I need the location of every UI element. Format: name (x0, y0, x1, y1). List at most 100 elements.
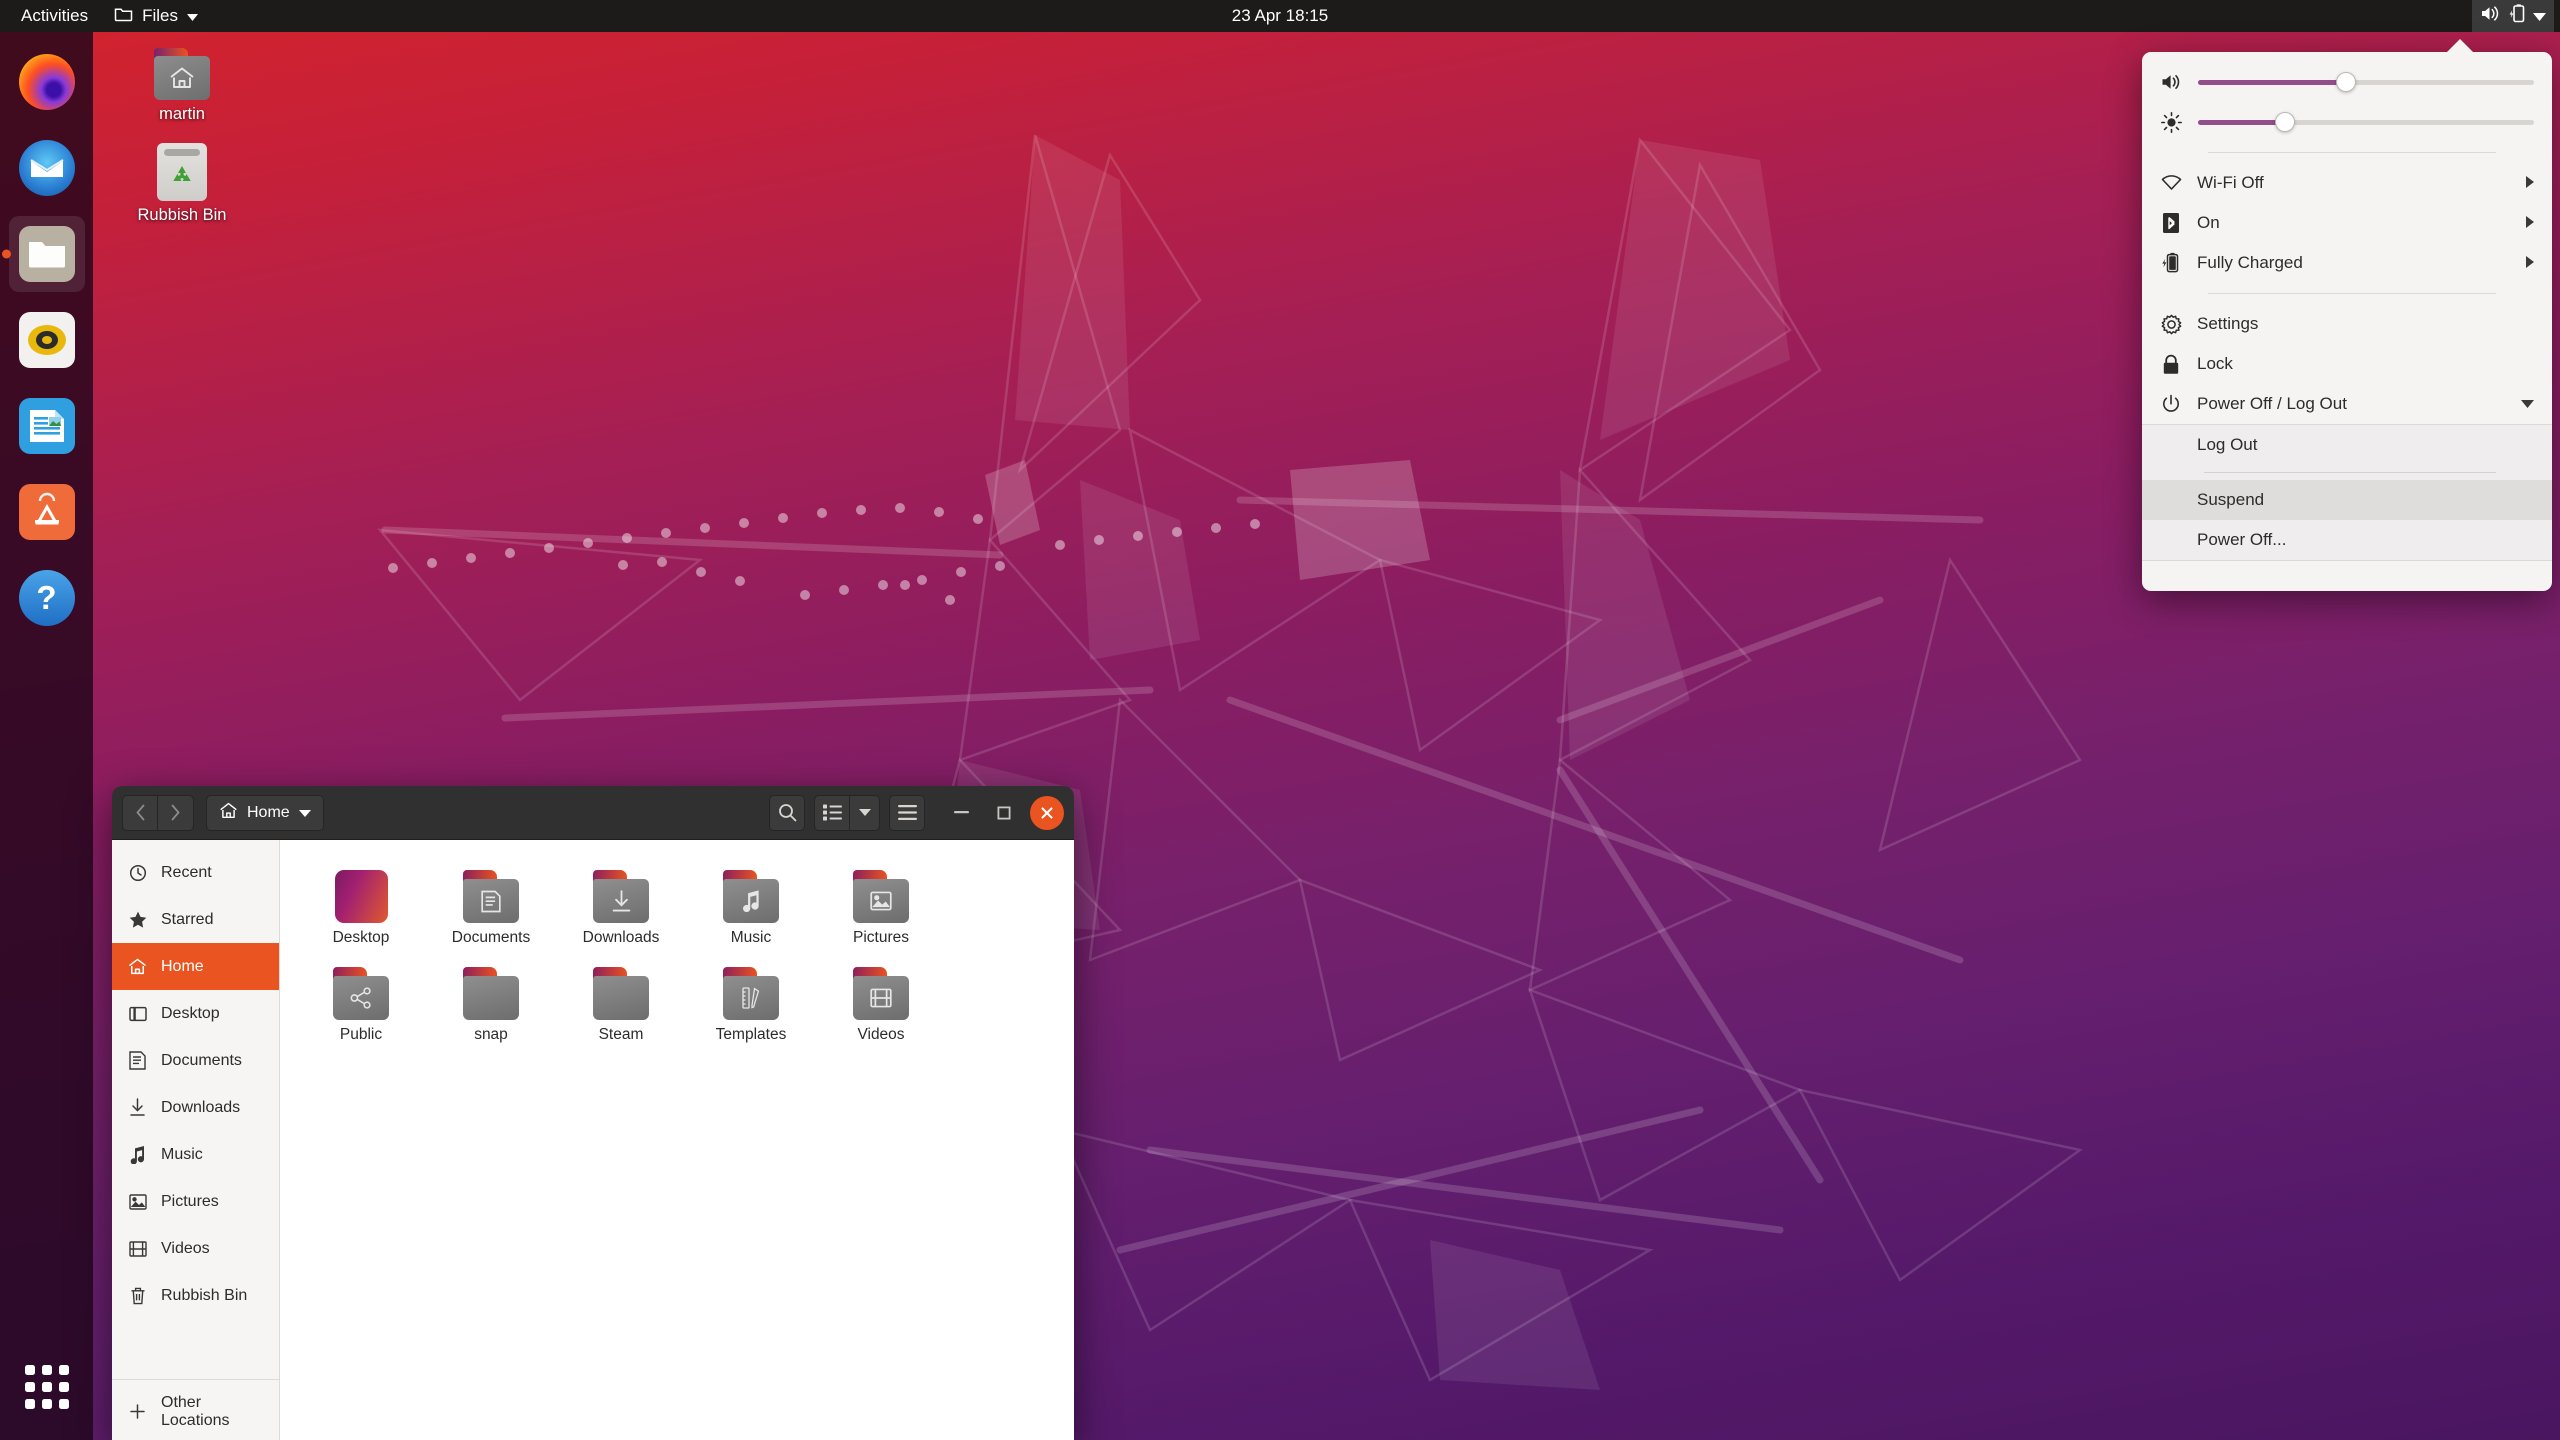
file-item[interactable]: Downloads (556, 862, 686, 959)
grid-dot (41, 1399, 52, 1409)
sidebar-item-downloads[interactable]: Downloads (112, 1084, 279, 1131)
top-bar: Activities Files 23 Apr 18:15 (0, 0, 2560, 32)
rhythmbox-icon (18, 312, 75, 368)
brightness-slider[interactable] (2198, 112, 2534, 132)
file-item[interactable]: snap (426, 959, 556, 1056)
image-icon (128, 1192, 147, 1211)
dock-item-libreoffice-impress[interactable] (9, 388, 85, 464)
sidebar-item-starred[interactable]: Starred (112, 896, 279, 943)
menu-item-battery[interactable]: Fully Charged (2142, 243, 2552, 283)
menu-item-wifi[interactable]: Wi-Fi Off (2142, 163, 2552, 203)
file-item[interactable]: Music (686, 862, 816, 959)
sidebar-item-videos[interactable]: Videos (112, 1225, 279, 1272)
app-menu-button[interactable]: Files (101, 0, 211, 32)
music-folder-icon (723, 870, 779, 923)
desktop-icon-home[interactable]: martin (117, 48, 247, 124)
menu-item-settings[interactable]: Settings (2142, 304, 2552, 344)
chevron-right-icon (2526, 175, 2534, 191)
gear-icon (2160, 313, 2182, 335)
brightness-slider-knob[interactable] (2275, 112, 2296, 132)
show-applications-button[interactable] (16, 1356, 78, 1418)
sidebar-item-documents[interactable]: Documents (112, 1037, 279, 1084)
file-item[interactable]: Templates (686, 959, 816, 1056)
path-bar-button[interactable]: Home (206, 794, 324, 831)
dock: ? (0, 32, 93, 1440)
sidebar-item-music[interactable]: Music (112, 1131, 279, 1178)
file-item[interactable]: Videos (816, 959, 946, 1056)
snap-folder-icon (463, 967, 519, 1020)
app-menu-label: Files (142, 6, 178, 25)
sidebar-item-rubbish-bin[interactable]: Rubbish Bin (112, 1272, 279, 1319)
grid-dot (24, 1365, 35, 1375)
volume-slider-knob[interactable] (2335, 72, 2356, 92)
file-item[interactable]: Pictures (816, 862, 946, 959)
sidebar-item-other-locations[interactable]: Other Locations (112, 1388, 279, 1435)
minimize-button[interactable] (944, 796, 978, 830)
pictures-folder-icon (853, 870, 909, 923)
sidebar-item-home[interactable]: Home (112, 943, 279, 990)
file-item-label: Videos (857, 1026, 905, 1043)
chevron-down-icon (298, 804, 311, 822)
battery-charging-icon (2509, 4, 2525, 28)
file-item[interactable]: Steam (556, 959, 686, 1056)
search-button[interactable] (769, 794, 805, 831)
menu-item-bluetooth[interactable]: On (2142, 203, 2552, 243)
volume-slider[interactable] (2198, 72, 2534, 92)
files-sidebar: Recent Starred Home Desktop Documents Do… (112, 840, 280, 1440)
grid-dot (41, 1382, 52, 1392)
desktop-icon-label: Rubbish Bin (137, 206, 227, 224)
sidebar-item-pictures[interactable]: Pictures (112, 1178, 279, 1225)
sidebar-item-recent[interactable]: Recent (112, 849, 279, 896)
firefox-icon (18, 54, 75, 110)
chevron-right-icon (2526, 215, 2534, 231)
hamburger-menu-icon[interactable] (889, 794, 925, 831)
sidebar-item-label: Recent (161, 863, 212, 881)
chevron-down-icon (186, 6, 198, 26)
dock-item-firefox[interactable] (9, 44, 85, 120)
file-item-label: Public (339, 1026, 383, 1043)
file-item[interactable]: Desktop (296, 862, 426, 959)
dock-item-files[interactable] (8, 216, 85, 292)
desktop-icon-rubbish-bin[interactable]: Rubbish Bin (117, 143, 247, 225)
navigation-buttons (122, 794, 194, 831)
maximize-button[interactable] (987, 796, 1021, 830)
activities-label: Activities (21, 6, 89, 25)
desktop-folder-icon (334, 870, 388, 923)
clock-button[interactable]: 23 Apr 18:15 (1220, 0, 1340, 32)
menu-item-lock[interactable]: Lock (2142, 344, 2552, 384)
forward-button[interactable] (158, 794, 194, 831)
dock-item-rhythmbox[interactable] (9, 302, 85, 378)
power-submenu: Log Out Suspend Power Off... (2142, 424, 2552, 561)
menu-item-label: Fully Charged (2197, 253, 2303, 272)
activities-button[interactable]: Activities (8, 0, 101, 32)
thunderbird-icon (18, 140, 75, 196)
desktop-icon (128, 1004, 147, 1023)
ubuntu-software-icon (18, 484, 75, 540)
plus-icon (128, 1402, 147, 1421)
submenu-item-suspend[interactable]: Suspend (2142, 480, 2552, 520)
view-options-chevron-down-icon[interactable] (850, 794, 880, 831)
menu-item-power-off-log-out[interactable]: Power Off / Log Out (2142, 384, 2552, 424)
file-item-label: Templates (715, 1026, 787, 1043)
dock-item-ubuntu-software[interactable] (9, 474, 85, 550)
dock-item-thunderbird[interactable] (9, 130, 85, 206)
list-view-button[interactable] (814, 794, 850, 831)
system-menu: Wi-Fi Off On Fully Charged Settings Lock… (2142, 39, 2552, 591)
file-item[interactable]: Documents (426, 862, 556, 959)
clock-icon (128, 863, 147, 882)
menu-item-label: Power Off / Log Out (2197, 394, 2347, 413)
back-button[interactable] (122, 794, 158, 831)
system-status-button[interactable] (2472, 0, 2554, 32)
file-item-label: Pictures (853, 929, 909, 946)
dock-item-help[interactable]: ? (9, 560, 85, 636)
grid-dot (24, 1382, 35, 1392)
sidebar-item-desktop[interactable]: Desktop (112, 990, 279, 1037)
submenu-item-log-out[interactable]: Log Out (2142, 425, 2552, 465)
trash-icon (128, 1286, 147, 1305)
file-item[interactable]: Public (296, 959, 426, 1056)
close-button[interactable] (1030, 795, 1064, 830)
sidebar-divider (112, 1379, 279, 1380)
submenu-item-power-off[interactable]: Power Off... (2142, 520, 2552, 560)
submenu-divider (2204, 472, 2496, 473)
download-icon (128, 1098, 147, 1117)
